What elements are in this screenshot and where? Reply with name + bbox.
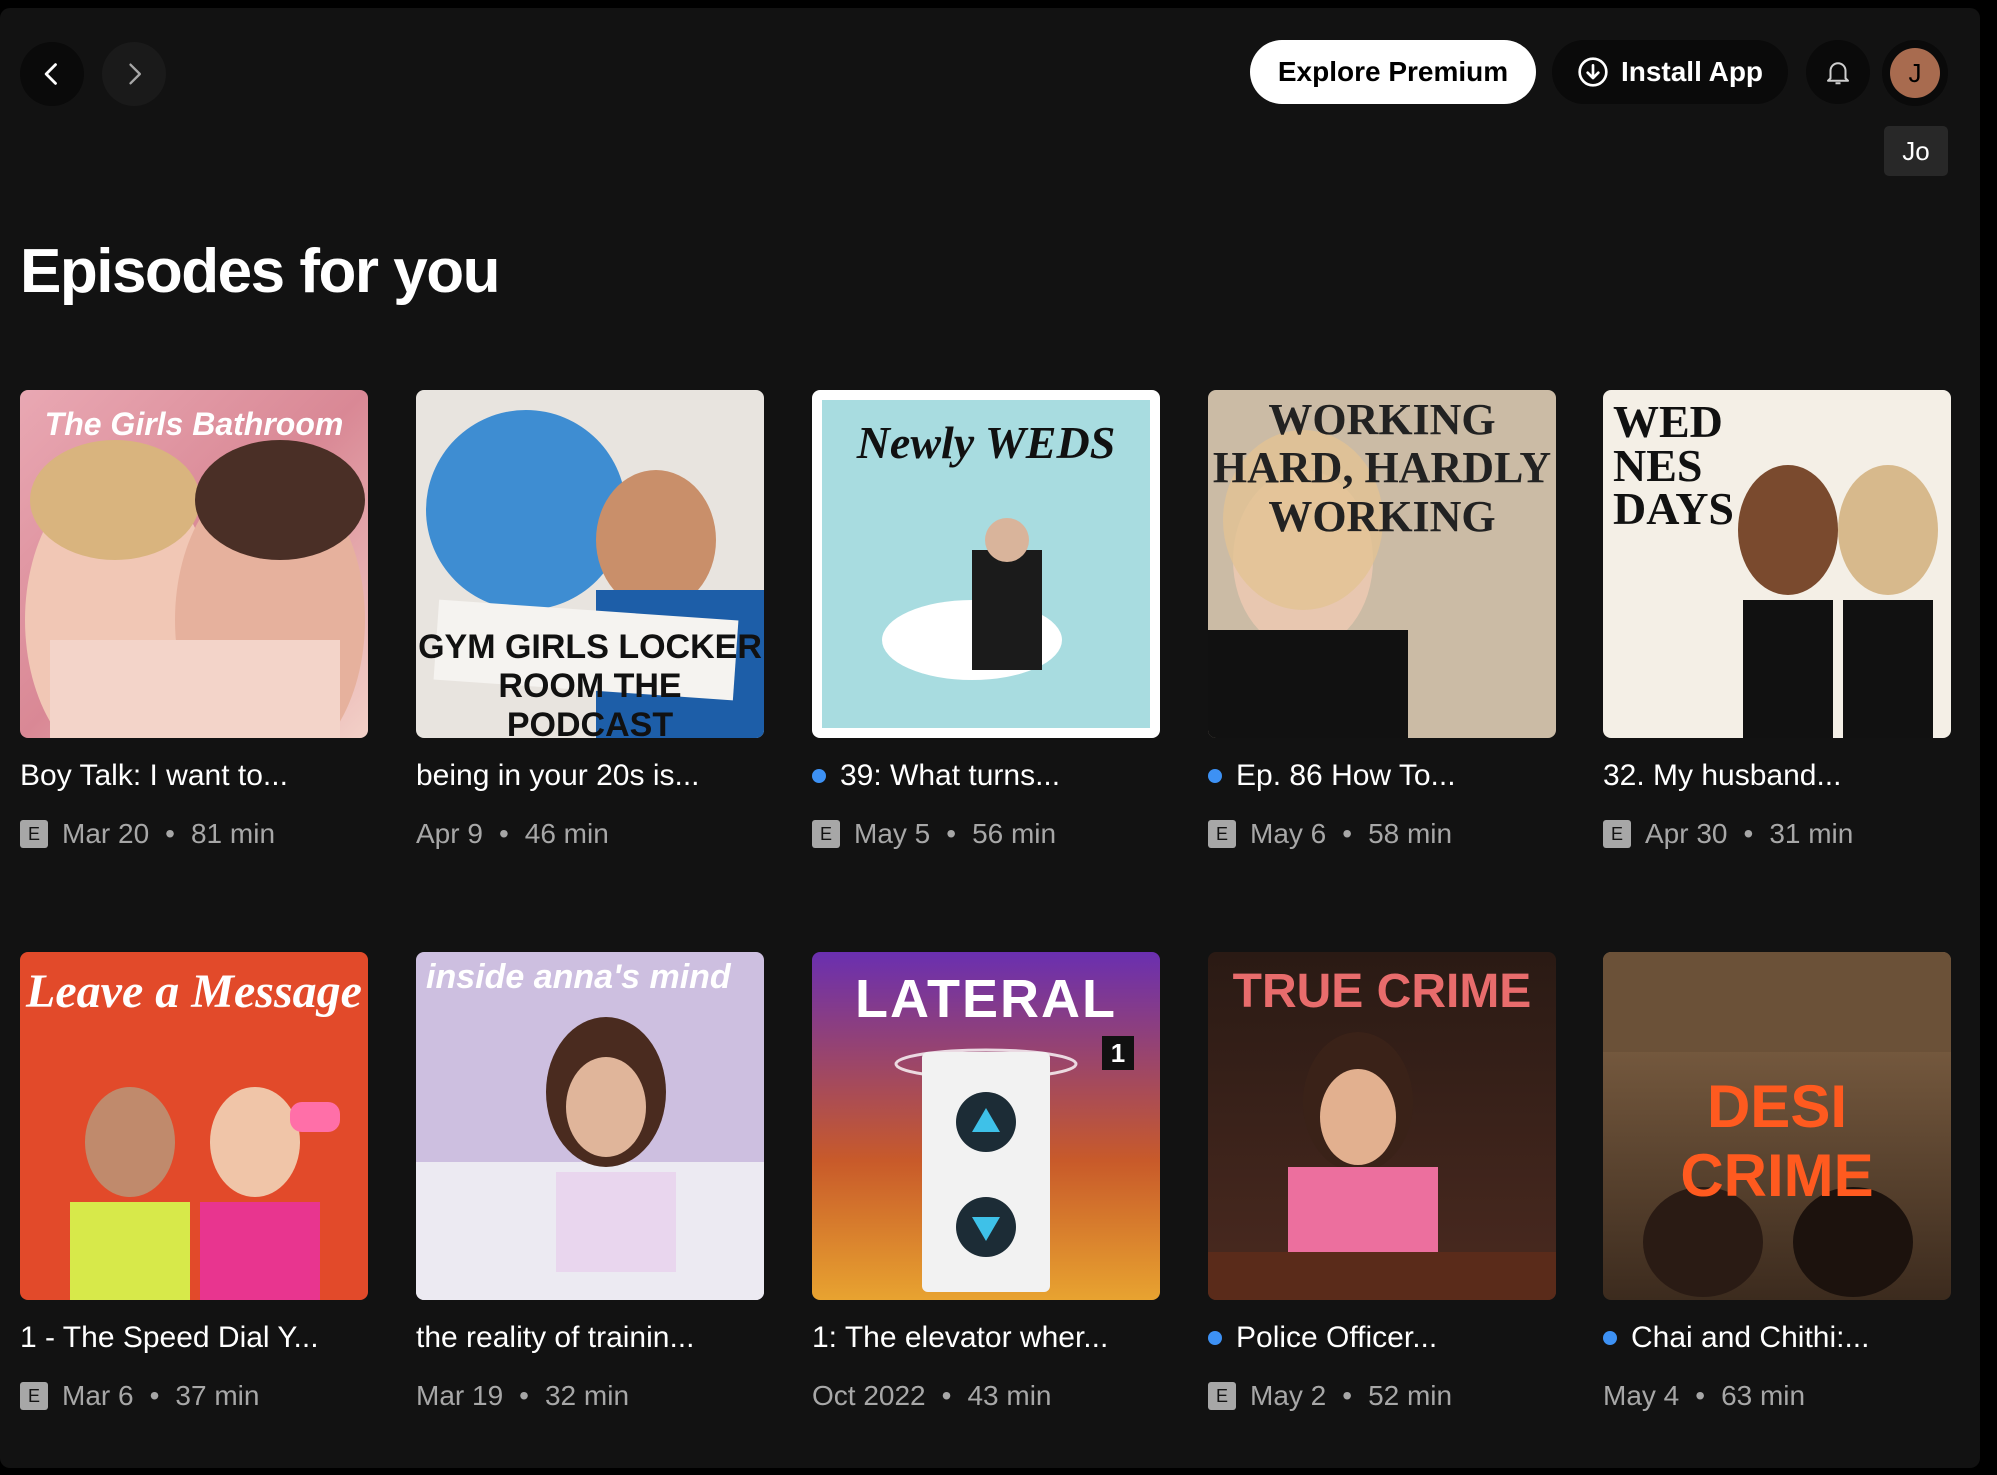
episode-date: Mar 20 <box>62 818 150 849</box>
episode-duration: 81 min <box>190 818 276 849</box>
episode-date: May 4 <box>1603 1380 1680 1411</box>
episode-duration: 63 min <box>1721 1380 1806 1411</box>
explicit-badge: E <box>1208 1382 1236 1410</box>
episode-title[interactable]: 32. My husband... <box>1603 756 1951 796</box>
explicit-badge: E <box>1208 820 1236 848</box>
episode-date: Oct 2022 <box>812 1380 926 1411</box>
episode-cover[interactable]: Leave a Message <box>20 952 368 1300</box>
episode-title[interactable]: Boy Talk: I want to... <box>20 756 368 796</box>
explicit-badge: E <box>20 1382 48 1410</box>
app-window: Explore Premium Install App J Jo Episode… <box>0 8 1980 1468</box>
episode-title[interactable]: Chai and Chithi:... <box>1603 1318 1951 1358</box>
cover-title: Leave a Message <box>26 965 362 1018</box>
episode-card[interactable]: 1 LATERAL 1: The elevator wher... Oct 20… <box>812 952 1160 1414</box>
episode-card[interactable]: inside anna's mind the reality of traini… <box>416 952 764 1414</box>
install-app-button[interactable]: Install App <box>1552 40 1788 104</box>
episode-cover[interactable]: 1 LATERAL <box>812 952 1160 1300</box>
episode-date: Mar 19 <box>416 1380 504 1411</box>
episode-cover[interactable]: Newly WEDS <box>812 390 1160 738</box>
avatar-tooltip: Jo <box>1884 126 1948 176</box>
episode-card[interactable]: WED NES DAYS 32. My husband... E Apr 30 •… <box>1603 390 1951 852</box>
episode-meta: Apr 9 • 46 min <box>416 818 609 849</box>
episode-meta: E May 6 • 58 min <box>1208 816 1556 852</box>
episode-cover[interactable]: TRUE CRIME <box>1208 952 1556 1300</box>
episode-meta: E Mar 6 • 37 min <box>20 1378 368 1414</box>
episode-title[interactable]: the reality of trainin... <box>416 1318 764 1358</box>
episode-card[interactable]: Leave a Message 1 - The Speed Dial Y... … <box>20 952 368 1414</box>
cover-title: GYM GIRLS LOCKER ROOM THE PODCAST <box>418 628 762 738</box>
svg-text:1: 1 <box>1111 1038 1125 1068</box>
episode-card[interactable]: TRUE CRIME Police Officer... E May 2 • 52 … <box>1208 952 1556 1414</box>
episode-card[interactable]: DESI CRIME Chai and Chithi:... May 4 • 63 … <box>1603 952 1951 1414</box>
section-title: Episodes for you <box>20 237 500 306</box>
episode-cover[interactable]: DESI CRIME <box>1603 952 1951 1300</box>
cover-title: Newly WEDS <box>856 417 1116 468</box>
explicit-badge: E <box>1603 820 1631 848</box>
episode-date: Mar 6 <box>62 1380 134 1411</box>
episode-title[interactable]: being in your 20s is... <box>416 756 764 796</box>
episode-date: May 6 <box>1250 818 1327 849</box>
episode-cover[interactable]: The Girls Bathroom <box>20 390 368 738</box>
episode-card[interactable]: WORKING HARD, HARDLY WORKING Ep. 86 How … <box>1208 390 1556 852</box>
top-bar: Explore Premium Install App J Jo <box>0 8 1980 176</box>
avatar: J <box>1890 48 1940 98</box>
cover-art <box>416 1017 764 1300</box>
episode-duration: 37 min <box>175 1380 260 1411</box>
episode-meta: E May 2 • 52 min <box>1208 1378 1556 1414</box>
explore-premium-button[interactable]: Explore Premium <box>1250 40 1536 104</box>
episode-duration: 56 min <box>972 818 1057 849</box>
new-episode-dot <box>1603 1331 1617 1345</box>
episode-duration: 43 min <box>967 1380 1052 1411</box>
profile-button[interactable]: J <box>1882 40 1948 106</box>
new-episode-dot <box>812 769 826 783</box>
cover-title: LATERAL <box>855 969 1117 1029</box>
episode-card[interactable]: The Girls Bathroom Boy Talk: I want to..… <box>20 390 368 852</box>
cover-title: DESI CRIME <box>1680 1073 1874 1209</box>
episode-date: Apr 9 <box>416 818 483 849</box>
episode-title[interactable]: 1: The elevator wher... <box>812 1318 1160 1358</box>
episode-cover[interactable]: GYM GIRLS LOCKER ROOM THE PODCAST <box>416 390 764 738</box>
chevron-left-icon <box>44 63 57 85</box>
bell-icon <box>1827 62 1849 85</box>
episode-duration: 46 min <box>524 818 609 849</box>
episode-card[interactable]: GYM GIRLS LOCKER ROOM THE PODCAST being … <box>416 390 764 852</box>
forward-button[interactable] <box>102 42 166 106</box>
episode-meta: E May 5 • 56 min <box>812 816 1160 852</box>
episode-meta: Mar 19 • 32 min <box>416 1380 630 1411</box>
cover-title: WORKING HARD, HARDLY WORKING <box>1212 395 1552 541</box>
episode-date: May 5 <box>854 818 931 849</box>
episode-cover[interactable]: WORKING HARD, HARDLY WORKING <box>1208 390 1556 738</box>
episode-title[interactable]: 1 - The Speed Dial Y... <box>20 1318 368 1358</box>
episode-date: May 2 <box>1250 1380 1327 1411</box>
episode-card[interactable]: Newly WEDS 39: What turns... E May 5 • 56 … <box>812 390 1160 852</box>
cover-title: inside anna's mind <box>426 958 731 996</box>
episode-duration: 58 min <box>1368 818 1453 849</box>
episode-title[interactable]: Police Officer... <box>1208 1318 1556 1358</box>
install-app-label: Install App <box>1620 56 1764 87</box>
cover-title: WED NES DAYS <box>1613 396 1735 535</box>
episode-title[interactable]: 39: What turns... <box>812 756 1160 796</box>
chevron-right-icon <box>129 63 141 85</box>
notifications-button[interactable] <box>1806 40 1870 104</box>
explicit-badge: E <box>812 820 840 848</box>
episode-meta: Oct 2022 • 43 min <box>812 1380 1052 1411</box>
new-episode-dot <box>1208 1331 1222 1345</box>
episode-date: Apr 30 <box>1645 818 1728 849</box>
episode-duration: 31 min <box>1769 818 1854 849</box>
new-episode-dot <box>1208 769 1222 783</box>
episode-duration: 32 min <box>544 1380 630 1411</box>
episode-meta: E Apr 30 • 31 min <box>1603 816 1951 852</box>
episode-cover[interactable]: inside anna's mind <box>416 952 764 1300</box>
episode-title[interactable]: Ep. 86 How To... <box>1208 756 1556 796</box>
episode-meta: May 4 • 63 min <box>1603 1380 1806 1411</box>
cover-title: TRUE CRIME <box>1232 965 1532 1018</box>
cover-title: The Girls Bathroom <box>44 406 344 442</box>
download-icon <box>1578 57 1608 87</box>
explicit-badge: E <box>20 820 48 848</box>
episode-cover[interactable]: WED NES DAYS <box>1603 390 1951 738</box>
back-button[interactable] <box>20 42 84 106</box>
episode-meta: E Mar 20 • 81 min <box>20 816 368 852</box>
episode-duration: 52 min <box>1368 1380 1453 1411</box>
